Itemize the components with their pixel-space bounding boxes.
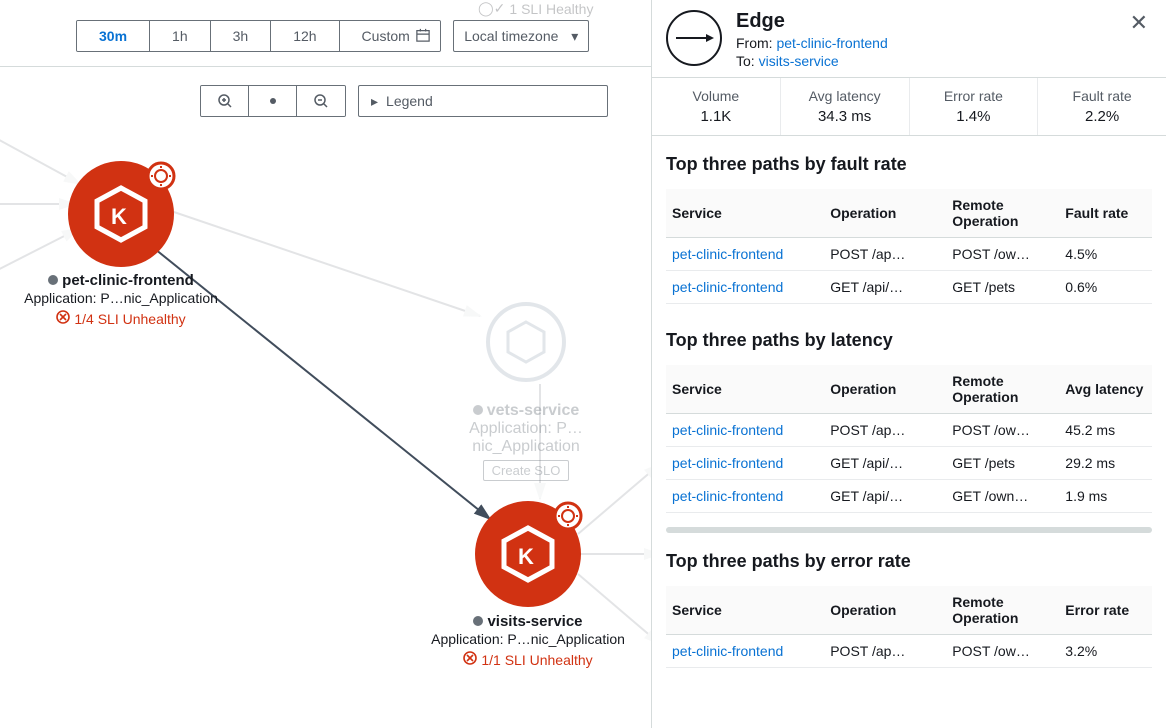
th-remote-op[interactable]: Remote Operation [946, 189, 1059, 238]
play-icon: ▸ [371, 93, 378, 110]
close-icon[interactable]: ✕ [1126, 10, 1152, 36]
time-range-custom[interactable]: Custom [340, 21, 440, 51]
time-range-group: 30m 1h 3h 12h Custom [76, 20, 441, 52]
svg-text:K: K [111, 204, 127, 229]
fault-table: Service Operation Remote Operation Fault… [666, 189, 1152, 304]
metric-value: 1.4% [914, 108, 1034, 125]
node-label-frontend: pet-clinic-frontend Application: P…nic_A… [11, 272, 231, 329]
time-range-30m[interactable]: 30m [77, 21, 150, 51]
zoom-in-button[interactable] [201, 86, 249, 116]
table-row[interactable]: pet-clinic-frontendPOST /ap…POST /ow…3.2… [666, 635, 1152, 668]
create-slo-chip[interactable]: Create SLO [483, 460, 570, 481]
error-circle-icon [56, 310, 70, 327]
table-row[interactable]: pet-clinic-frontendPOST /ap…POST /ow…45.… [666, 414, 1152, 447]
th-latency[interactable]: Avg latency [1059, 365, 1152, 414]
metrics-row: Volume 1.1K Avg latency 34.3 ms Error rate… [652, 77, 1166, 136]
custom-label: Custom [362, 28, 410, 44]
status-dot-icon [48, 275, 58, 285]
table-row[interactable]: pet-clinic-frontendPOST /ap…POST /ow…4.5… [666, 238, 1152, 271]
zoom-out-button[interactable] [297, 86, 345, 116]
table-row[interactable]: pet-clinic-frontendGET /api/…GET /pets0.… [666, 271, 1152, 304]
from-link[interactable]: pet-clinic-frontend [776, 35, 887, 51]
check-circle-icon: ◯✓ [478, 0, 505, 17]
metric-value: 2.2% [1042, 108, 1162, 125]
error-circle-icon [463, 651, 477, 668]
time-range-1h[interactable]: 1h [150, 21, 211, 51]
timezone-label: Local timezone [464, 28, 558, 44]
th-fault-rate[interactable]: Fault rate [1059, 189, 1152, 238]
latency-table: Service Operation Remote Operation Avg l… [666, 365, 1152, 513]
th-service[interactable]: Service [666, 365, 824, 414]
fit-button[interactable] [249, 86, 297, 116]
table-row[interactable]: pet-clinic-frontendGET /api/…GET /pets29… [666, 447, 1152, 480]
th-service[interactable]: Service [666, 189, 824, 238]
fault-section-title: Top three paths by fault rate [666, 154, 1152, 175]
table-row[interactable]: pet-clinic-frontendGET /api/…GET /own…1.… [666, 480, 1152, 513]
node-pet-clinic-frontend[interactable]: K [68, 161, 174, 267]
metric-value: 1.1K [656, 108, 776, 125]
calendar-icon [416, 28, 430, 45]
error-table: Service Operation Remote Operation Error… [666, 586, 1152, 668]
status-dot-icon [473, 616, 483, 626]
zoom-group [200, 85, 346, 117]
timezone-select[interactable]: Local timezone ▾ [453, 20, 589, 52]
metric-label: Avg latency [785, 88, 905, 104]
edge-arrow-icon [666, 10, 722, 66]
from-label: From: [736, 35, 776, 51]
to-label: To: [736, 53, 759, 69]
metric-label: Error rate [914, 88, 1034, 104]
th-remote-op[interactable]: Remote Operation [946, 586, 1059, 635]
legend-label: Legend [386, 93, 433, 109]
th-error-rate[interactable]: Error rate [1059, 586, 1152, 635]
error-section-title: Top three paths by error rate [666, 551, 1152, 572]
th-remote-op[interactable]: Remote Operation [946, 365, 1059, 414]
status-dot-icon [473, 405, 483, 415]
th-operation[interactable]: Operation [824, 586, 946, 635]
th-service[interactable]: Service [666, 586, 824, 635]
svg-text:K: K [518, 544, 534, 569]
node-label-vets-faded: vets-service Application: P…nic_Applicat… [416, 402, 636, 481]
th-operation[interactable]: Operation [824, 189, 946, 238]
metric-label: Volume [656, 88, 776, 104]
to-link[interactable]: visits-service [759, 53, 839, 69]
legend-button[interactable]: ▸ Legend [358, 85, 608, 117]
th-operation[interactable]: Operation [824, 365, 946, 414]
chevron-down-icon: ▾ [571, 28, 578, 45]
panel-title: Edge [736, 10, 888, 33]
metric-value: 34.3 ms [785, 108, 905, 125]
detail-panel: Edge From: pet-clinic-frontend To: visit… [651, 0, 1166, 728]
time-range-3h[interactable]: 3h [211, 21, 272, 51]
node-visits-service[interactable]: K [475, 501, 581, 607]
sli-healthy-pill: ◯✓ 1 SLI Healthy [478, 0, 593, 17]
node-label-visits: visits-service Application: P…nic_Applic… [418, 613, 638, 670]
metric-label: Fault rate [1042, 88, 1162, 104]
time-range-12h[interactable]: 12h [271, 21, 339, 51]
latency-section-title: Top three paths by latency [666, 330, 1152, 351]
